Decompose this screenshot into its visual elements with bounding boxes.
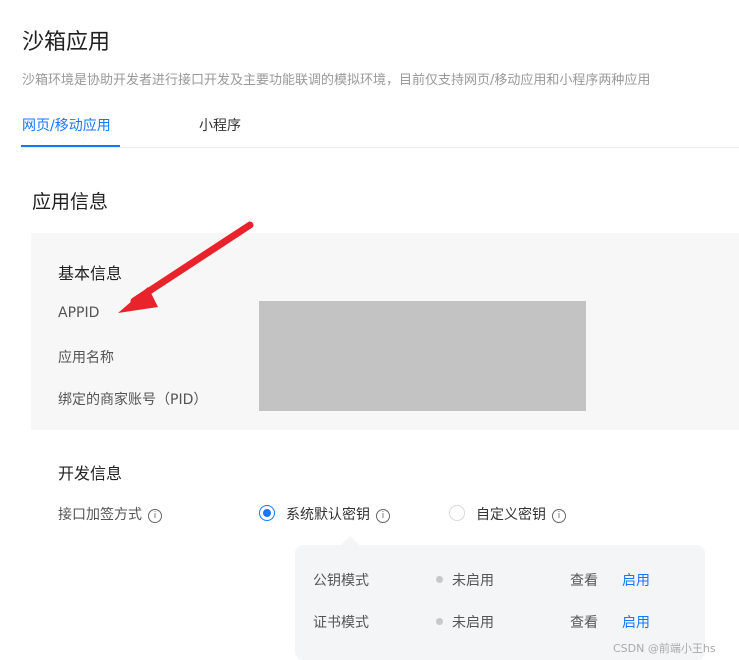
tab-web-mobile[interactable]: 网页/移动应用	[22, 115, 111, 135]
option-system-key[interactable]: 系统默认密钥 i	[286, 504, 390, 524]
info-circle-icon[interactable]: i	[148, 509, 162, 523]
field-label-pid: 绑定的商家账号（PID）	[58, 392, 208, 408]
section-title-app-info: 应用信息	[32, 191, 109, 213]
view-certificate-link[interactable]: 查看	[570, 612, 598, 632]
redacted-values	[259, 301, 586, 411]
sign-method-text: 接口加签方式	[58, 507, 142, 523]
info-circle-icon[interactable]: i	[376, 509, 390, 523]
mode-label-public-key: 公钥模式	[313, 573, 369, 589]
mode-label-certificate: 证书模式	[313, 615, 369, 631]
active-tab-indicator	[21, 145, 120, 147]
radio-system-key[interactable]	[259, 505, 275, 521]
radio-custom-key[interactable]	[449, 505, 465, 521]
sign-method-label: 接口加签方式 i	[58, 504, 162, 524]
field-label-appid: APPID	[58, 305, 100, 321]
page-description: 沙箱环境是协助开发者进行接口开发及主要功能联调的模拟环境，目前仅支持网页/移动应…	[22, 73, 651, 88]
status-dot	[436, 576, 443, 583]
enable-certificate-link[interactable]: 启用	[622, 612, 650, 632]
option-custom-key[interactable]: 自定义密钥 i	[476, 504, 566, 524]
tabs-divider	[21, 147, 739, 148]
status-dot	[436, 618, 443, 625]
field-label-app-name: 应用名称	[58, 350, 114, 366]
option-custom-key-label: 自定义密钥	[476, 507, 546, 523]
dev-info-title: 开发信息	[58, 464, 123, 483]
info-circle-icon[interactable]: i	[552, 509, 566, 523]
watermark: CSDN @前端小王hs	[613, 642, 716, 655]
tab-mini-program[interactable]: 小程序	[199, 115, 241, 135]
annotation-arrow	[118, 221, 254, 313]
status-certificate: 未启用	[452, 615, 494, 631]
view-public-key-link[interactable]: 查看	[570, 570, 598, 590]
status-public-key: 未启用	[452, 573, 494, 589]
page-title: 沙箱应用	[22, 30, 111, 55]
radio-dot	[263, 509, 271, 517]
option-system-key-label: 系统默认密钥	[286, 507, 370, 523]
enable-public-key-link[interactable]: 启用	[622, 570, 650, 590]
